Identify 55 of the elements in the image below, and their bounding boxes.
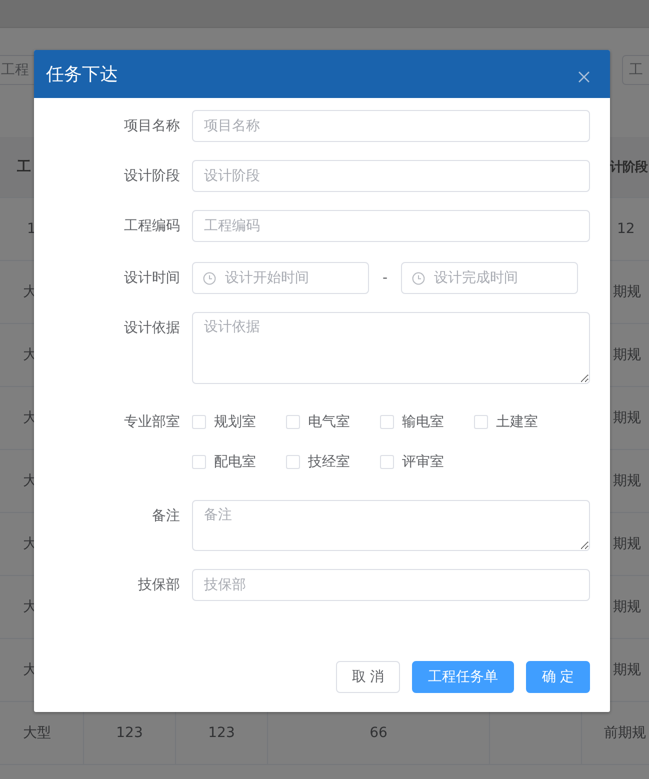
checkbox-label: 配电室 [214, 453, 256, 471]
checkbox[interactable] [286, 415, 300, 429]
input-field[interactable]: 技保部 [192, 569, 590, 601]
primary-button[interactable]: 工程任务单 [412, 661, 514, 693]
textarea-field[interactable]: 设计依据 [192, 312, 590, 384]
checkbox[interactable] [380, 415, 394, 429]
table-cell: 期规 [613, 535, 641, 553]
input-field[interactable]: 设计阶段 [192, 160, 590, 192]
checkbox-label: 技经室 [308, 453, 350, 471]
input-field[interactable]: 项目名称 [192, 110, 590, 142]
table-cell: 期规 [613, 661, 641, 679]
table-cell: 期规 [613, 472, 641, 490]
input-field[interactable]: 工程编码 [192, 210, 590, 242]
table-cell: 期规 [613, 409, 641, 427]
checkbox[interactable] [380, 455, 394, 469]
checkbox-label: 输电室 [402, 413, 444, 431]
clock-icon [203, 272, 216, 285]
table-cell: 大型 [23, 724, 51, 742]
field-label: 设计时间 [124, 270, 180, 286]
column-header: 工 [17, 158, 31, 176]
field-label: 设计依据 [124, 320, 180, 336]
table-cell: 123 [116, 725, 143, 741]
table-cell: 期规 [613, 346, 641, 364]
field-label: 备注 [152, 508, 180, 524]
clock-icon [412, 272, 425, 285]
cancel-button[interactable]: 取 消 [336, 661, 400, 693]
checkbox[interactable] [286, 455, 300, 469]
table-cell: 1 [27, 221, 36, 237]
table-cell: 期规 [613, 598, 641, 616]
field-label: 设计阶段 [124, 168, 180, 184]
checkbox-label: 规划室 [214, 413, 256, 431]
checkbox[interactable] [192, 415, 206, 429]
dialog-title: 任务下达 [46, 63, 118, 86]
field-label: 工程编码 [124, 218, 180, 234]
checkbox[interactable] [474, 415, 488, 429]
primary-button[interactable]: 确 定 [526, 661, 590, 693]
date-field[interactable]: 设计完成时间 [401, 262, 578, 294]
textarea-field[interactable]: 备注 [192, 500, 590, 551]
date-field[interactable]: 设计开始时间 [192, 262, 369, 294]
table-cell: 12 [617, 221, 635, 237]
table-cell: 123 [208, 725, 235, 741]
column-header: 计阶段 [610, 159, 648, 176]
table-cell: 前期规 [604, 724, 646, 742]
checkbox-label: 电气室 [308, 413, 350, 431]
field-label: 项目名称 [124, 118, 180, 134]
range-separator: - [381, 270, 389, 286]
checkbox[interactable] [192, 455, 206, 469]
checkbox-label: 评审室 [402, 453, 444, 471]
field-label: 技保部 [138, 577, 180, 593]
table-cell: 期规 [613, 283, 641, 301]
field-label: 专业部室 [124, 414, 180, 430]
table-cell: 66 [370, 725, 388, 741]
close-icon[interactable] [578, 71, 590, 83]
filter-field[interactable]: 工 [622, 55, 649, 85]
checkbox-label: 土建室 [496, 413, 538, 431]
